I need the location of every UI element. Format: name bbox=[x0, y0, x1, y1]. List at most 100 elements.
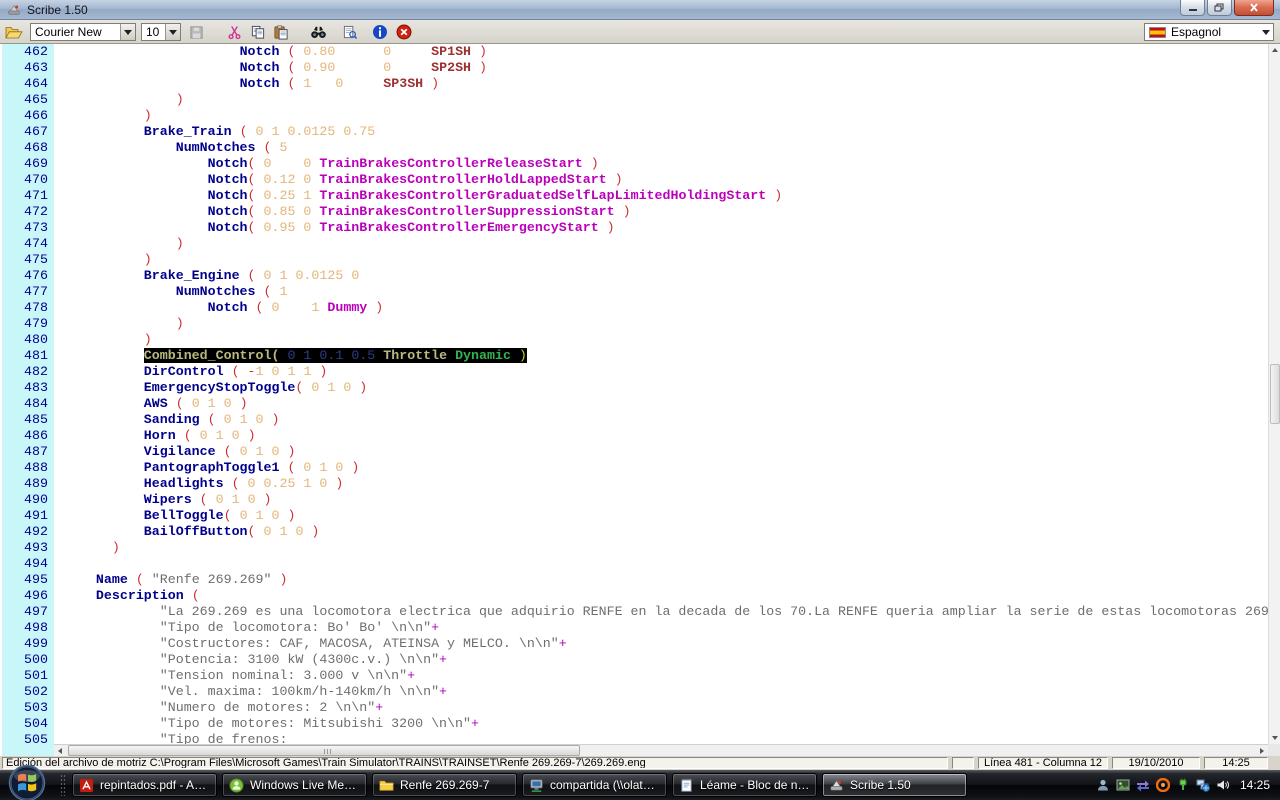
code-line: Brake_Train ( 0 1 0.0125 0.75 bbox=[54, 124, 1268, 140]
taskbar-button-label: Léame - Bloc de not... bbox=[700, 778, 810, 792]
line-number: 494 bbox=[2, 556, 54, 572]
close-button[interactable] bbox=[1234, 0, 1274, 16]
code-line: Notch( 0.25 1 TrainBrakesControllerGradu… bbox=[54, 188, 1268, 204]
window-title: Scribe 1.50 bbox=[27, 3, 88, 17]
font-family-value: Courier New bbox=[35, 25, 102, 39]
copy-button[interactable] bbox=[248, 23, 268, 41]
taskbar-clock[interactable]: 14:25 bbox=[1240, 778, 1270, 792]
code-line: Wipers ( 0 1 0 ) bbox=[54, 492, 1268, 508]
scroll-down-arrow[interactable] bbox=[1269, 732, 1280, 744]
code-line: ) bbox=[54, 316, 1268, 332]
line-number: 474 bbox=[2, 236, 54, 252]
code-line: BellToggle( 0 1 0 ) bbox=[54, 508, 1268, 524]
paste-button[interactable] bbox=[271, 23, 291, 41]
line-number: 505 bbox=[2, 732, 54, 748]
code-line: ) bbox=[54, 108, 1268, 124]
code-line: ) bbox=[54, 332, 1268, 348]
line-number: 464 bbox=[2, 76, 54, 92]
language-dropdown-arrow[interactable] bbox=[1258, 24, 1273, 40]
font-size-dropdown-arrow[interactable] bbox=[165, 24, 180, 40]
code-line: Sanding ( 0 1 0 ) bbox=[54, 412, 1268, 428]
code-line: Notch ( 0.80 0 SP1SH ) bbox=[54, 44, 1268, 60]
scribe-window: Scribe 1.50 Courier New 10 bbox=[0, 0, 1280, 800]
scroll-up-arrow[interactable] bbox=[1269, 44, 1280, 56]
taskbar-grip[interactable] bbox=[60, 774, 66, 796]
folder-icon bbox=[379, 778, 394, 793]
code-line: "La 269.269 es una locomotora electrica … bbox=[54, 604, 1268, 620]
minimize-button[interactable] bbox=[1180, 0, 1205, 16]
line-number: 463 bbox=[2, 60, 54, 76]
line-number: 469 bbox=[2, 156, 54, 172]
code-line: NumNotches ( 1 bbox=[54, 284, 1268, 300]
start-button[interactable] bbox=[8, 764, 46, 800]
code-line bbox=[54, 556, 1268, 572]
font-size-select[interactable]: 10 bbox=[141, 23, 181, 41]
cut-button[interactable] bbox=[224, 23, 244, 41]
code-line: Horn ( 0 1 0 ) bbox=[54, 428, 1268, 444]
code-line: EmergencyStopToggle( 0 1 0 ) bbox=[54, 380, 1268, 396]
notepad-icon bbox=[679, 778, 694, 793]
code-area[interactable]: Notch ( 0.80 0 SP1SH ) Notch ( 0.90 0 SP… bbox=[54, 44, 1268, 756]
line-number: 499 bbox=[2, 636, 54, 652]
line-number: 500 bbox=[2, 652, 54, 668]
font-size-value: 10 bbox=[146, 25, 159, 39]
save-button[interactable] bbox=[186, 23, 206, 41]
horizontal-scrollbar[interactable] bbox=[54, 744, 1268, 756]
taskbar-button[interactable]: compartida (\\olatz)... bbox=[522, 773, 667, 797]
line-number: 475 bbox=[2, 252, 54, 268]
code-line: "Potencia: 3100 kW (4300c.v.) \n\n"+ bbox=[54, 652, 1268, 668]
download-manager-icon[interactable] bbox=[1154, 776, 1172, 794]
code-line: Name ( "Renfe 269.269" ) bbox=[54, 572, 1268, 588]
transfer-arrows-icon[interactable] bbox=[1134, 776, 1152, 794]
info-button[interactable] bbox=[370, 23, 390, 41]
font-family-select[interactable]: Courier New bbox=[30, 23, 136, 41]
messenger-icon bbox=[229, 778, 244, 793]
line-number: 502 bbox=[2, 684, 54, 700]
print-preview-button[interactable] bbox=[340, 23, 360, 41]
horizontal-scroll-thumb[interactable] bbox=[68, 745, 580, 756]
taskbar-button-label: repintados.pdf - Ad... bbox=[100, 778, 210, 792]
line-number: 493 bbox=[2, 540, 54, 556]
code-line: ) bbox=[54, 92, 1268, 108]
status-empty-panel bbox=[952, 757, 974, 769]
statusbar: Edición del archivo de motriz C:\Program… bbox=[0, 756, 1280, 770]
usb-plug-icon[interactable] bbox=[1174, 776, 1192, 794]
taskbar-button[interactable]: repintados.pdf - Ad... bbox=[72, 773, 217, 797]
line-number: 501 bbox=[2, 668, 54, 684]
status-file-info: Edición del archivo de motriz C:\Program… bbox=[2, 757, 948, 769]
status-time: 14:25 bbox=[1204, 757, 1268, 769]
code-line: "Vel. maxima: 100km/h-140km/h \n\n"+ bbox=[54, 684, 1268, 700]
network-status-icon[interactable] bbox=[1194, 776, 1212, 794]
font-family-dropdown-arrow[interactable] bbox=[120, 24, 135, 40]
taskbar-button[interactable]: Renfe 269.269-7 bbox=[372, 773, 517, 797]
line-number: 465 bbox=[2, 92, 54, 108]
code-line: Notch( 0 0 TrainBrakesControllerReleaseS… bbox=[54, 156, 1268, 172]
volume-icon[interactable] bbox=[1214, 776, 1232, 794]
taskbar-button[interactable]: Scribe 1.50 bbox=[822, 773, 967, 797]
vertical-scrollbar[interactable] bbox=[1268, 44, 1280, 744]
scribe-app-icon bbox=[6, 3, 22, 17]
taskbar-button[interactable]: Léame - Bloc de not... bbox=[672, 773, 817, 797]
system-tray: 14:25 bbox=[1092, 770, 1280, 800]
scroll-thumb-grip bbox=[324, 749, 332, 754]
status-date: 19/10/2010 bbox=[1112, 757, 1200, 769]
photo-viewer-icon[interactable] bbox=[1114, 776, 1132, 794]
vertical-scroll-thumb[interactable] bbox=[1270, 364, 1280, 424]
code-lines: Notch ( 0.80 0 SP1SH ) Notch ( 0.90 0 SP… bbox=[54, 44, 1268, 748]
open-file-button[interactable] bbox=[4, 23, 24, 41]
line-number: 486 bbox=[2, 428, 54, 444]
language-select[interactable]: Espagnol bbox=[1144, 23, 1274, 41]
exit-button[interactable] bbox=[394, 23, 414, 41]
taskbar-button[interactable]: Windows Live Mess... bbox=[222, 773, 367, 797]
restore-button[interactable] bbox=[1207, 0, 1232, 16]
line-number: 490 bbox=[2, 492, 54, 508]
taskbar-button-label: Windows Live Mess... bbox=[250, 778, 360, 792]
code-line: PantographToggle1 ( 0 1 0 ) bbox=[54, 460, 1268, 476]
find-button[interactable] bbox=[308, 23, 328, 41]
toolbar: Courier New 10 bbox=[0, 20, 1280, 44]
taskbar-button-label: Scribe 1.50 bbox=[850, 778, 911, 792]
messenger-user-icon[interactable] bbox=[1094, 776, 1112, 794]
line-number: 495 bbox=[2, 572, 54, 588]
status-cursor-position: Línea 481 - Columna 12 bbox=[978, 757, 1108, 769]
code-line: AWS ( 0 1 0 ) bbox=[54, 396, 1268, 412]
